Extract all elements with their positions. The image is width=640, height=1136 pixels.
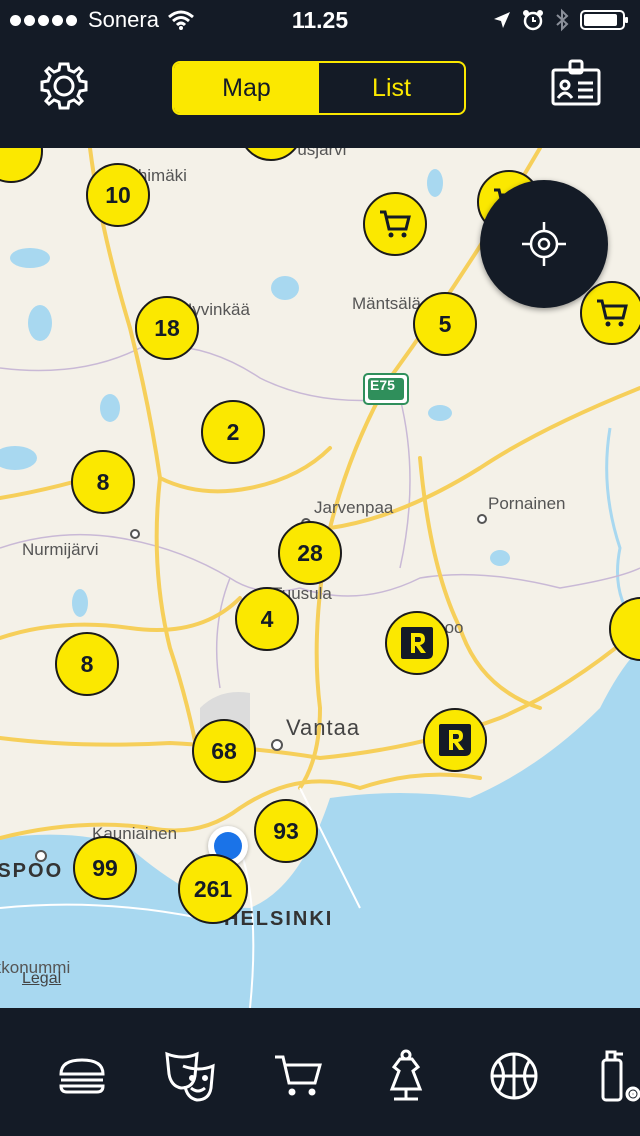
place-espoo: ESPOO [0, 860, 64, 882]
tab-map[interactable]: Map [174, 63, 319, 113]
shop-marker[interactable] [363, 192, 427, 256]
shopping-cart-icon [597, 299, 628, 327]
settings-button[interactable] [36, 58, 92, 119]
locate-me-button[interactable] [480, 180, 608, 308]
tab-list[interactable]: List [319, 63, 464, 113]
cluster-marker[interactable]: 99 [73, 836, 137, 900]
cosmetics-icon [601, 1050, 640, 1102]
cluster-marker[interactable]: 8 [55, 632, 119, 696]
cluster-marker[interactable]: 2 [201, 400, 265, 464]
basketball-icon [490, 1052, 538, 1100]
gear-icon [40, 62, 88, 110]
place-jarvenpaa: Jarvenpaa [314, 498, 394, 517]
place-vantaa: Vantaa [286, 715, 361, 740]
cluster-marker[interactable]: 93 [254, 799, 318, 863]
cluster-marker[interactable]: 4 [235, 587, 299, 651]
category-shopping[interactable] [268, 1046, 328, 1106]
crosshair-icon [522, 222, 566, 266]
place-nurmijarvi: Nurmijärvi [22, 540, 99, 559]
location-arrow-icon [494, 12, 510, 28]
navigation-bar: Map List [0, 40, 640, 148]
category-food[interactable] [52, 1046, 112, 1106]
r-kioski-logo-icon [439, 724, 471, 756]
category-beauty[interactable] [592, 1046, 640, 1106]
legal-link[interactable]: Legal [22, 970, 61, 988]
cluster-marker[interactable]: 261 [178, 854, 248, 924]
shopping-cart-icon [380, 210, 411, 238]
highway-label: E75 [370, 377, 395, 393]
shop-marker[interactable] [580, 281, 640, 345]
battery-icon [580, 10, 628, 30]
status-bar: Sonera 11.25 [0, 0, 640, 40]
category-fashion[interactable] [376, 1046, 436, 1106]
r-kioski-logo-icon [401, 627, 433, 659]
place-helsinki: HELSINKI [224, 908, 334, 930]
shopping-cart-icon [275, 1055, 322, 1096]
bluetooth-icon [556, 8, 569, 32]
alarm-icon [523, 10, 543, 31]
theater-masks-icon [165, 1051, 215, 1102]
category-sports[interactable] [484, 1046, 544, 1106]
cluster-marker[interactable]: 8 [71, 450, 135, 514]
kiosk-marker[interactable] [385, 611, 449, 675]
cluster-marker[interactable]: 10 [86, 163, 150, 227]
cluster-marker[interactable]: 68 [192, 719, 256, 783]
dress-icon [389, 1049, 423, 1101]
status-icons [492, 8, 630, 32]
place-mantsala: Mäntsälä [352, 294, 421, 313]
kiosk-marker[interactable] [423, 708, 487, 772]
view-toggle: Map List [172, 61, 466, 115]
profile-card-button[interactable] [550, 58, 602, 113]
category-tab-bar [0, 1008, 640, 1136]
cluster-marker[interactable]: 28 [278, 521, 342, 585]
place-pornainen: Pornainen [488, 494, 566, 513]
category-entertainment[interactable] [160, 1046, 220, 1106]
cluster-marker[interactable]: 5 [413, 292, 477, 356]
burger-icon [59, 1058, 105, 1094]
id-card-icon [551, 59, 601, 106]
cluster-marker[interactable]: 18 [135, 296, 199, 360]
